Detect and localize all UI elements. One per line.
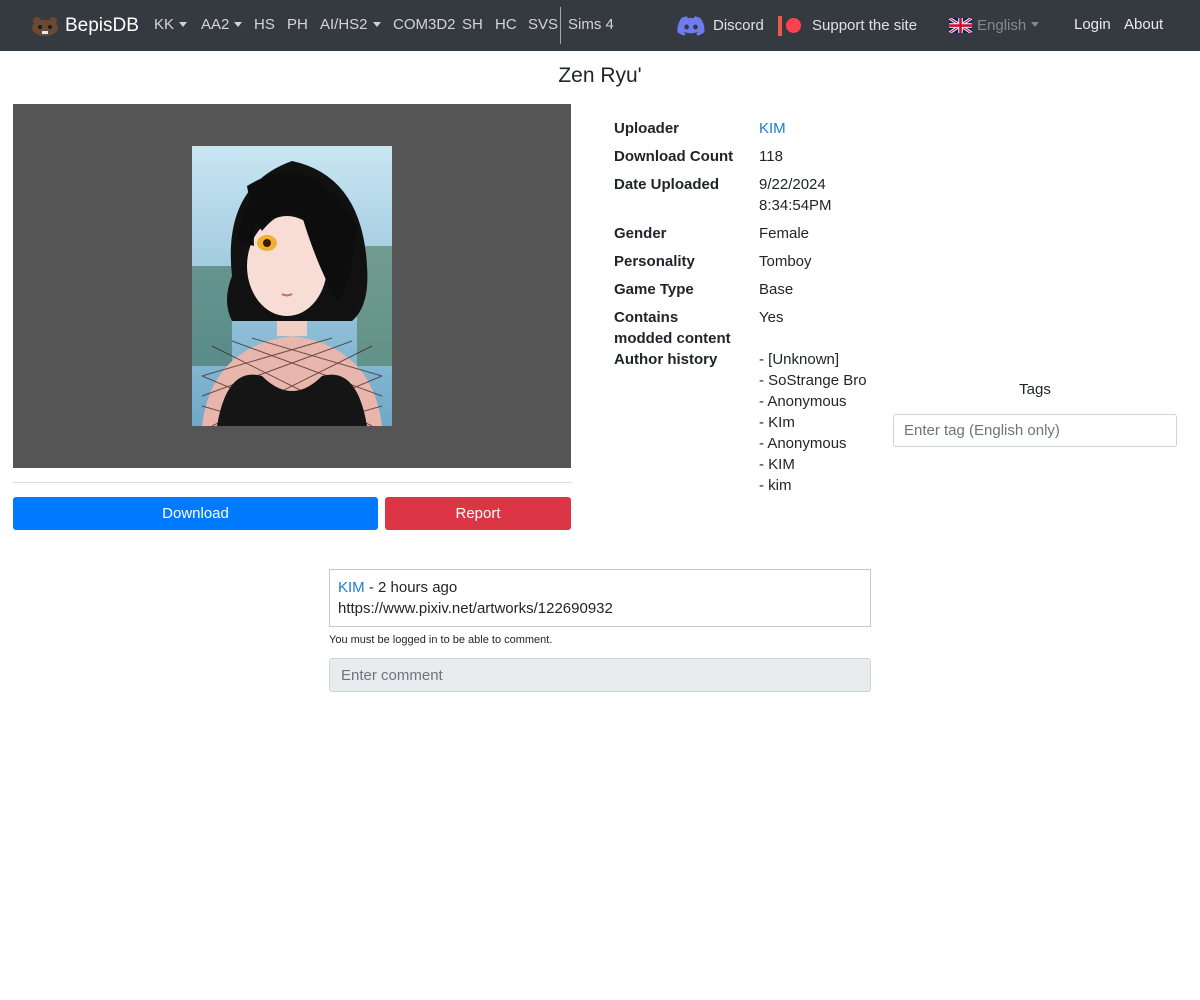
comment-input[interactable] — [329, 658, 871, 692]
nav-svs[interactable]: SVS — [528, 0, 558, 51]
author-history-item: - SoStrange Bro — [759, 372, 867, 389]
personality-value: Tomboy — [759, 253, 812, 270]
gender-value: Female — [759, 225, 810, 242]
patreon-icon — [778, 15, 801, 36]
card-image-panel — [13, 104, 571, 468]
tag-input[interactable] — [893, 414, 1177, 447]
top-navbar: BepisDB KK AA2 HS PH AI/HS2 COM3D2 SH HC… — [0, 0, 1200, 51]
nav-divider — [560, 7, 561, 44]
comment-item: KIM - 2 hours ago https://www.pixiv.net/… — [329, 569, 871, 627]
info-label-download-count: Download Count — [614, 148, 734, 165]
language-selector[interactable]: English — [949, 0, 1040, 51]
brand-link[interactable]: BepisDB — [30, 0, 139, 51]
info-label-date-uploaded: Date Uploaded — [614, 176, 720, 193]
brand-label: BepisDB — [65, 14, 139, 36]
author-history-item: - KIM — [759, 456, 795, 473]
author-history-item: - KIm — [759, 414, 795, 431]
character-card-image — [192, 146, 392, 426]
report-button[interactable]: Report — [385, 497, 571, 530]
download-button[interactable]: Download — [13, 497, 378, 530]
support-label: Support the site — [812, 16, 918, 34]
game-type-value: Base — [759, 281, 794, 298]
modded-content-value: Yes — [759, 309, 784, 326]
date-uploaded-value: 9/22/2024 — [759, 176, 826, 193]
chevron-down-icon — [179, 21, 188, 27]
author-history-item: - [Unknown] — [759, 351, 840, 368]
comment-text: https://www.pixiv.net/artworks/122690932 — [338, 600, 613, 617]
comment-time: - 2 hours ago — [364, 579, 458, 596]
bepis-logo-icon — [32, 16, 58, 36]
author-history-item: - Anonymous — [759, 435, 847, 452]
login-link[interactable]: Login — [1074, 0, 1111, 51]
download-count-value: 118 — [759, 148, 783, 165]
info-label-uploader: Uploader — [614, 120, 680, 137]
discord-icon — [677, 15, 705, 36]
uploader-link[interactable]: KIM — [759, 118, 786, 139]
nav-ai-hs2-label: AI/HS2 — [320, 16, 368, 33]
discord-link[interactable]: Discord — [677, 0, 764, 51]
chevron-down-icon — [1031, 22, 1040, 27]
comment-author-link[interactable]: KIM — [338, 579, 365, 596]
divider — [13, 482, 572, 483]
nav-kk[interactable]: KK — [154, 0, 188, 51]
info-label-contains: Contains — [614, 309, 679, 326]
nav-kk-label: KK — [154, 16, 175, 33]
nav-ai-hs2[interactable]: AI/HS2 — [320, 0, 381, 51]
author-history-item: - Anonymous — [759, 393, 847, 410]
nav-aa2[interactable]: AA2 — [201, 0, 243, 51]
nav-hc[interactable]: HC — [495, 0, 517, 51]
nav-com3d2[interactable]: COM3D2 — [393, 0, 456, 51]
info-label-modded-content: modded content — [614, 330, 731, 347]
info-label-gender: Gender — [614, 225, 667, 242]
nav-ph[interactable]: PH — [287, 0, 308, 51]
nav-sh[interactable]: SH — [462, 0, 483, 51]
info-label-game-type: Game Type — [614, 281, 694, 298]
chevron-down-icon — [234, 21, 243, 27]
time-uploaded-value: 8:34:54PM — [759, 197, 832, 214]
uk-flag-icon — [949, 18, 972, 33]
login-required-note: You must be logged in to be able to comm… — [329, 634, 553, 646]
card-title: Zen Ryu' — [558, 64, 642, 87]
info-label-personality: Personality — [614, 253, 695, 270]
nav-aa2-label: AA2 — [201, 16, 230, 33]
nav-hs[interactable]: HS — [254, 0, 275, 51]
comment-header: KIM - 2 hours ago — [338, 577, 862, 598]
about-link[interactable]: About — [1124, 0, 1163, 51]
author-history-item: - kim — [759, 477, 792, 494]
nav-sims4[interactable]: Sims 4 — [568, 0, 614, 51]
chevron-down-icon — [372, 21, 381, 27]
language-label: English — [977, 16, 1027, 34]
info-label-author-history: Author history — [614, 351, 718, 368]
support-link[interactable]: Support the site — [778, 0, 917, 51]
discord-label: Discord — [713, 16, 764, 34]
tags-heading: Tags — [1019, 381, 1051, 398]
